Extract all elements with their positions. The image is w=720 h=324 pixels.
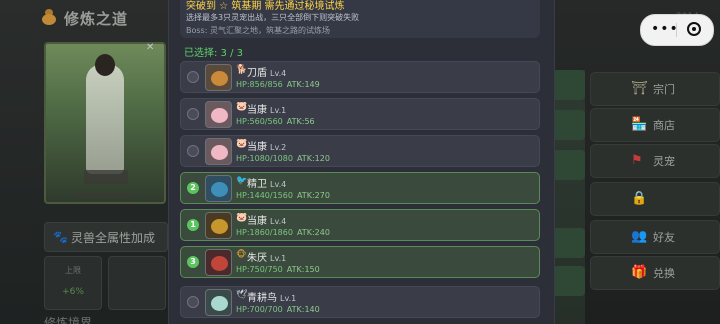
breakthrough-text: 突破到 ☆ 筑基期 需先通过秘境试炼 — [186, 1, 345, 12]
pet-level: Lv.4 — [270, 69, 287, 78]
pet-hp: HP:1440/1560 — [236, 191, 293, 200]
pet-button[interactable]: ⚑ 灵宠 — [590, 144, 720, 178]
pet-atk: ATK:240 — [296, 228, 330, 237]
boar-icon — [205, 212, 232, 239]
shop-icon: 🏪 — [631, 117, 648, 132]
pig-type-icon: 🐷 — [236, 139, 248, 149]
paw-icon: 🐾 — [53, 230, 68, 244]
crane-icon — [205, 289, 232, 316]
selection-order-badge[interactable]: 1 — [187, 219, 199, 231]
pet-level: Lv.4 — [270, 180, 287, 189]
selection-order-badge[interactable]: 2 — [187, 182, 199, 194]
pet-level: Lv.2 — [270, 143, 287, 152]
pet-level: Lv.4 — [270, 217, 287, 226]
pet-hp: HP:1080/1080 — [236, 154, 293, 163]
gift-icon: 🎁 — [631, 265, 648, 280]
pet-atk: ATK:270 — [296, 191, 330, 200]
pig-type-icon: 🐷 — [236, 102, 248, 112]
pet-name: 青耕鸟 — [247, 293, 277, 304]
pet-atk: ATK:149 — [286, 80, 320, 89]
pig-icon — [205, 138, 232, 165]
select-radio[interactable] — [187, 296, 199, 308]
pet-name: 当康 — [247, 105, 267, 116]
monkey-icon — [205, 249, 232, 276]
pet-row[interactable]: 🐷 当康 Lv.2 HP:1080/1080 ATK:120 — [180, 135, 540, 167]
pet-name: 朱厌 — [247, 253, 267, 264]
pig-type-icon: 🐷 — [236, 213, 248, 223]
banner-icon: ⚑ — [631, 153, 643, 168]
pet-atk: ATK:150 — [286, 265, 320, 274]
close-icon[interactable]: ✕ — [146, 42, 158, 54]
bird-type-icon: 🐦 — [236, 176, 248, 186]
select-radio[interactable] — [187, 71, 199, 83]
close-record-icon[interactable] — [687, 22, 701, 36]
monkey-type-icon: 🐵 — [236, 250, 247, 260]
bird-icon — [205, 175, 232, 202]
more-icon[interactable]: ••• — [651, 21, 679, 37]
page-title: 修炼之道 — [64, 10, 129, 28]
bonus-card-label: 上限 — [65, 266, 81, 275]
pet-row[interactable]: 🐕 刀盾 Lv.4 HP:856/856 ATK:149 — [180, 61, 540, 93]
friend-button[interactable]: 👥 好友 — [590, 220, 720, 254]
bonus-card: 上限 +6% — [44, 256, 102, 310]
exchange-button[interactable]: 🎁 兑换 — [590, 256, 720, 290]
shop-button[interactable]: 🏪 商店 — [590, 108, 720, 142]
sect-button[interactable]: ⛩ 宗门 — [590, 72, 720, 106]
top-bar: 修炼之道 — [0, 0, 168, 34]
pet-atk: ATK:120 — [296, 154, 330, 163]
pet-name: 当康 — [247, 216, 267, 227]
pet-atk: ATK:140 — [286, 305, 320, 314]
pet-row[interactable]: 3 🐵 朱厌 Lv.1 HP:750/750 ATK:150 — [180, 246, 540, 278]
dog-type-icon: 🐕 — [236, 65, 248, 75]
gourd-icon — [42, 9, 56, 25]
select-radio[interactable] — [187, 145, 199, 157]
bonus-cards: 上限 +6% — [44, 256, 166, 310]
bonus-card-value: +6% — [62, 287, 84, 297]
select-radio[interactable] — [187, 108, 199, 120]
dog-icon — [205, 64, 232, 91]
crane-type-icon: 🕊 — [236, 290, 248, 300]
pet-level: Lv.1 — [270, 106, 287, 115]
pet-row[interactable]: 🕊 青耕鸟 Lv.1 HP:700/700 ATK:140 — [180, 286, 540, 318]
pet-name: 当康 — [247, 142, 267, 153]
bonus-card — [108, 256, 166, 310]
pagoda-icon: ⛩ — [631, 81, 648, 96]
attribute-bonus-panel[interactable]: 🐾 灵兽全属性加成 — [44, 222, 168, 252]
boss-text: Boss: 灵气汇聚之地，筑基之路的试炼场 — [186, 26, 330, 35]
selected-count: 已选择: 3 / 3 — [184, 48, 243, 59]
pet-hp: HP:1860/1860 — [236, 228, 293, 237]
pig-icon — [205, 101, 232, 128]
pet-hp: HP:856/856 — [236, 80, 283, 89]
pet-level: Lv.1 — [270, 254, 287, 263]
pet-hp: HP:560/560 — [236, 117, 283, 126]
pet-name: 精卫 — [247, 179, 267, 190]
pet-row[interactable]: 1 🐷 当康 Lv.4 HP:1860/1860 ATK:240 — [180, 209, 540, 241]
pet-row[interactable]: 2 🐦 精卫 Lv.4 HP:1440/1560 ATK:270 — [180, 172, 540, 204]
trial-intro: 突破到 ☆ 筑基期 需先通过秘境试炼 选择最多3只灵宠出战，三只全部倒下则突破失… — [180, 0, 540, 38]
character-portrait[interactable] — [44, 42, 166, 204]
pet-hp: HP:700/700 — [236, 305, 283, 314]
friend-icon: 👥 — [631, 229, 648, 244]
pet-name: 刀盾 — [247, 68, 267, 79]
mini-program-capsule: ••• — [640, 14, 714, 46]
locked-button[interactable]: 🔒 — [590, 182, 720, 216]
pet-row[interactable]: 🐷 当康 Lv.1 HP:560/560 ATK:56 — [180, 98, 540, 130]
pet-hp: HP:750/750 — [236, 265, 283, 274]
pet-atk: ATK:56 — [286, 117, 315, 126]
pet-level: Lv.1 — [280, 294, 297, 303]
cultivation-realm-label: 修炼境界 — [44, 316, 93, 324]
selection-order-badge[interactable]: 3 — [187, 256, 199, 268]
lock-icon: 🔒 — [631, 191, 648, 206]
rule-text: 选择最多3只灵宠出战，三只全部倒下则突破失败 — [186, 13, 360, 22]
attribute-bonus-label: 灵兽全属性加成 — [71, 231, 156, 245]
right-strip — [553, 70, 585, 324]
